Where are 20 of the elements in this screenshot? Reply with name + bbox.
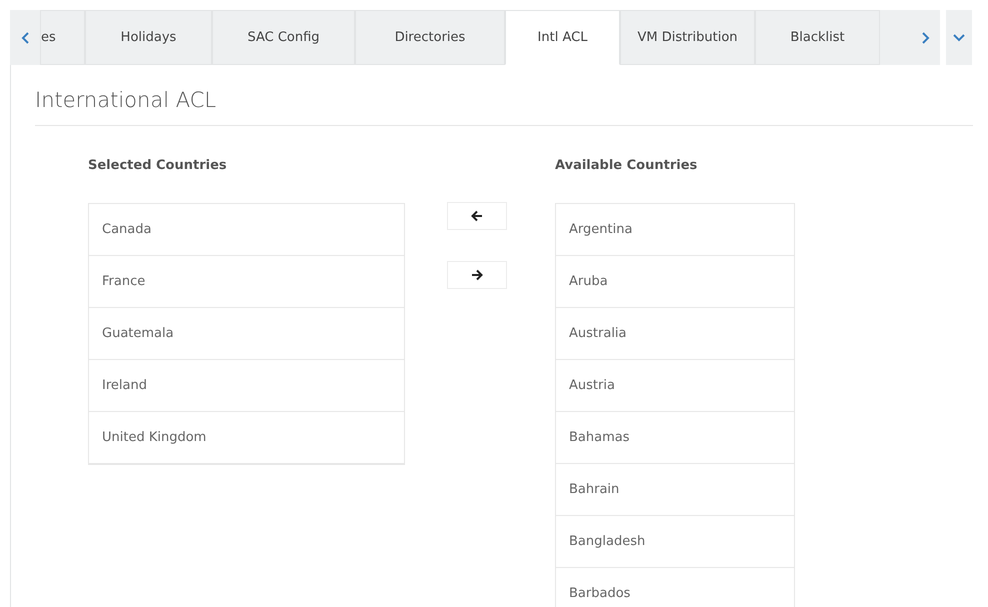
caret-icon — [953, 32, 965, 44]
move-right-button[interactable] — [447, 260, 507, 288]
scroll-right-button[interactable] — [880, 10, 940, 65]
tab[interactable]: Intl ACL — [505, 10, 620, 65]
arrow-right-icon — [471, 268, 483, 280]
tab[interactable]: VM Distribution — [620, 10, 755, 65]
tab[interactable]: Holidays — [85, 10, 212, 65]
tab[interactable]: Blacklist — [755, 10, 880, 65]
move-left-button[interactable] — [447, 202, 507, 230]
page-heading: International ACL — [35, 65, 973, 126]
scroll-left-button[interactable] — [10, 10, 40, 65]
chevron-left-icon — [20, 32, 30, 44]
column-title: Selected Countries — [88, 156, 228, 174]
tab-menu-button[interactable] — [946, 10, 972, 65]
tab[interactable]: Directories — [355, 10, 505, 65]
column-title: Available Countries — [555, 156, 698, 174]
tab[interactable]: SAC Config — [212, 10, 355, 65]
chevron-right-icon — [921, 32, 930, 44]
arrow-left-icon — [471, 210, 483, 222]
tab[interactable]: es — [40, 10, 85, 65]
